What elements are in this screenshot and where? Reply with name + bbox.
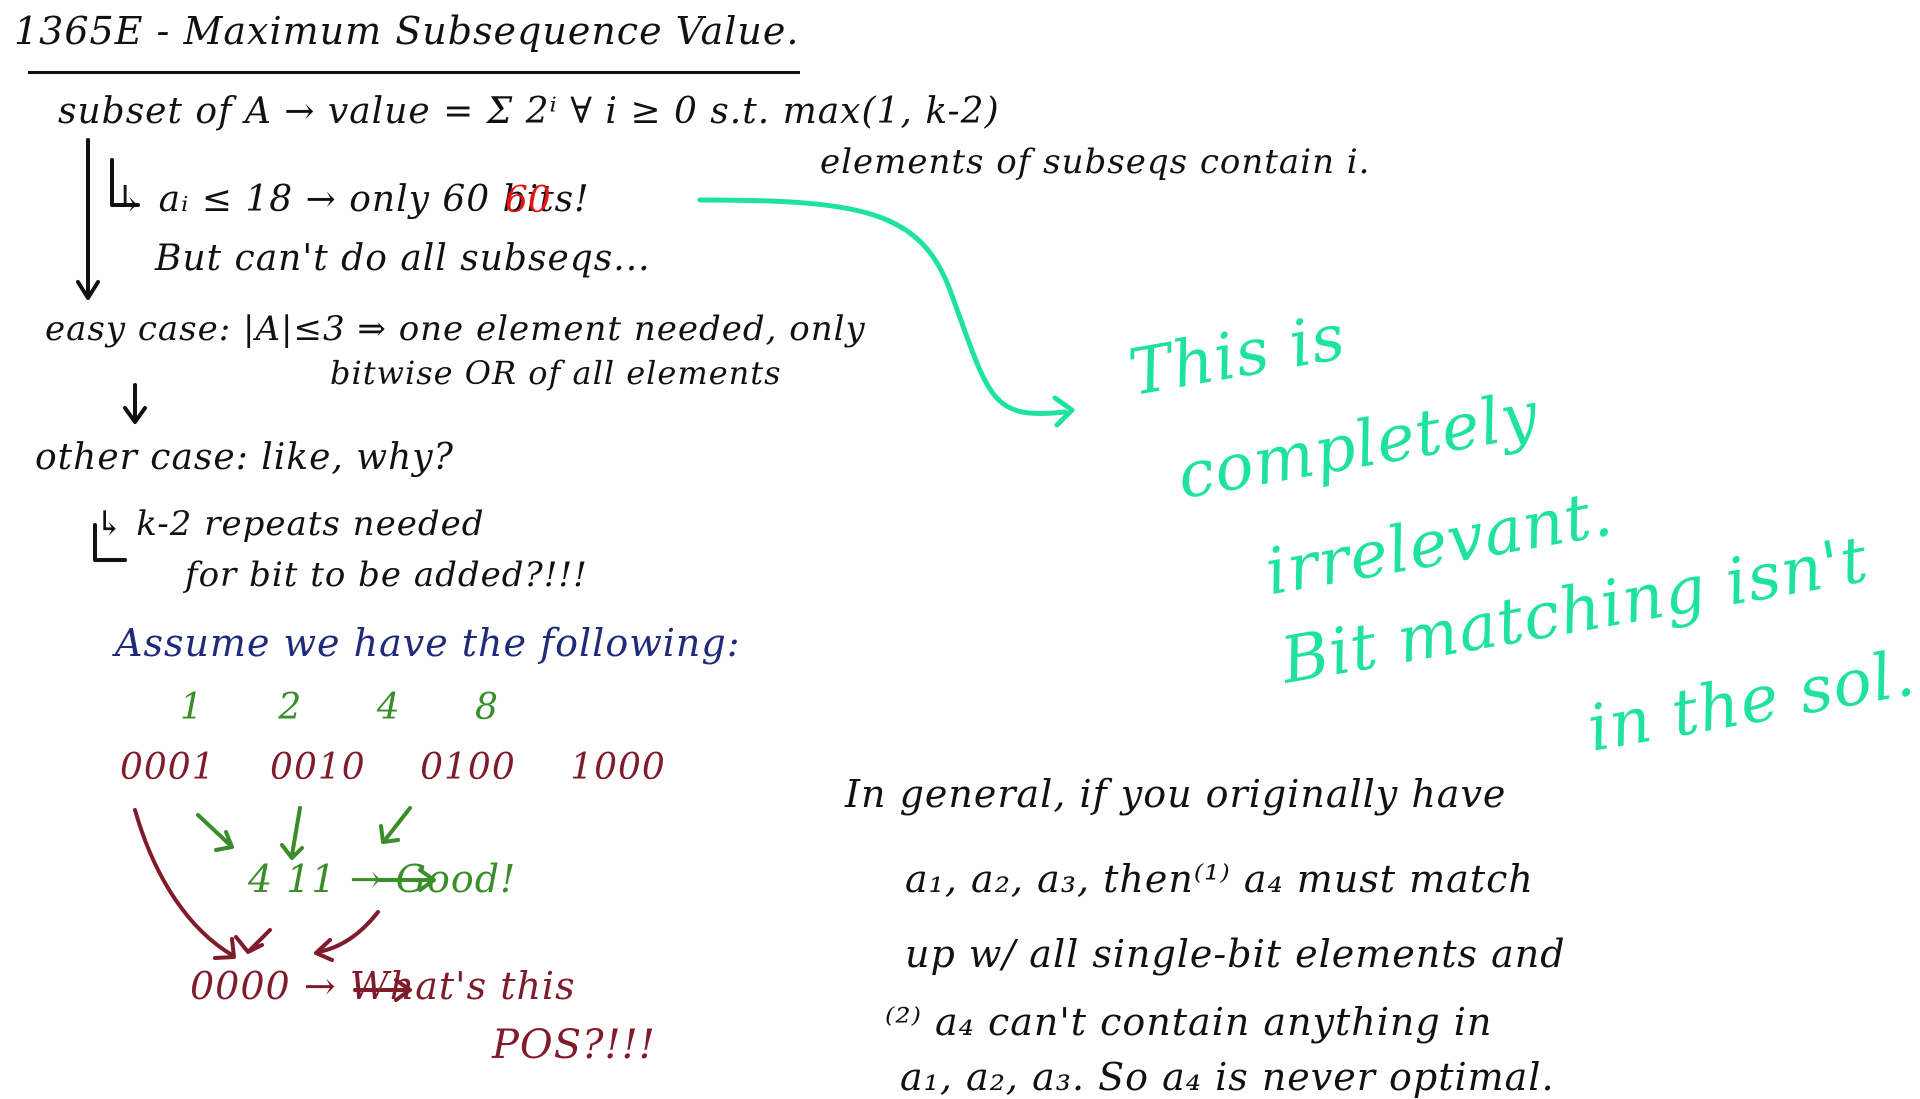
whiteboard-canvas: 1365E - Maximum Subsequence Value. subse… xyxy=(0,0,1920,1096)
down-arrow-icon xyxy=(196,813,232,847)
ink-strokes: 60 xyxy=(76,138,1075,1002)
down-arrow-icon xyxy=(290,806,302,857)
right-turn-arrow-icon xyxy=(93,523,127,562)
down-arrow-icon xyxy=(383,806,412,842)
right-turn-arrow-icon xyxy=(110,158,140,207)
sixty-bits-highlight: 60 xyxy=(505,180,551,221)
connector-curve xyxy=(697,197,1068,417)
